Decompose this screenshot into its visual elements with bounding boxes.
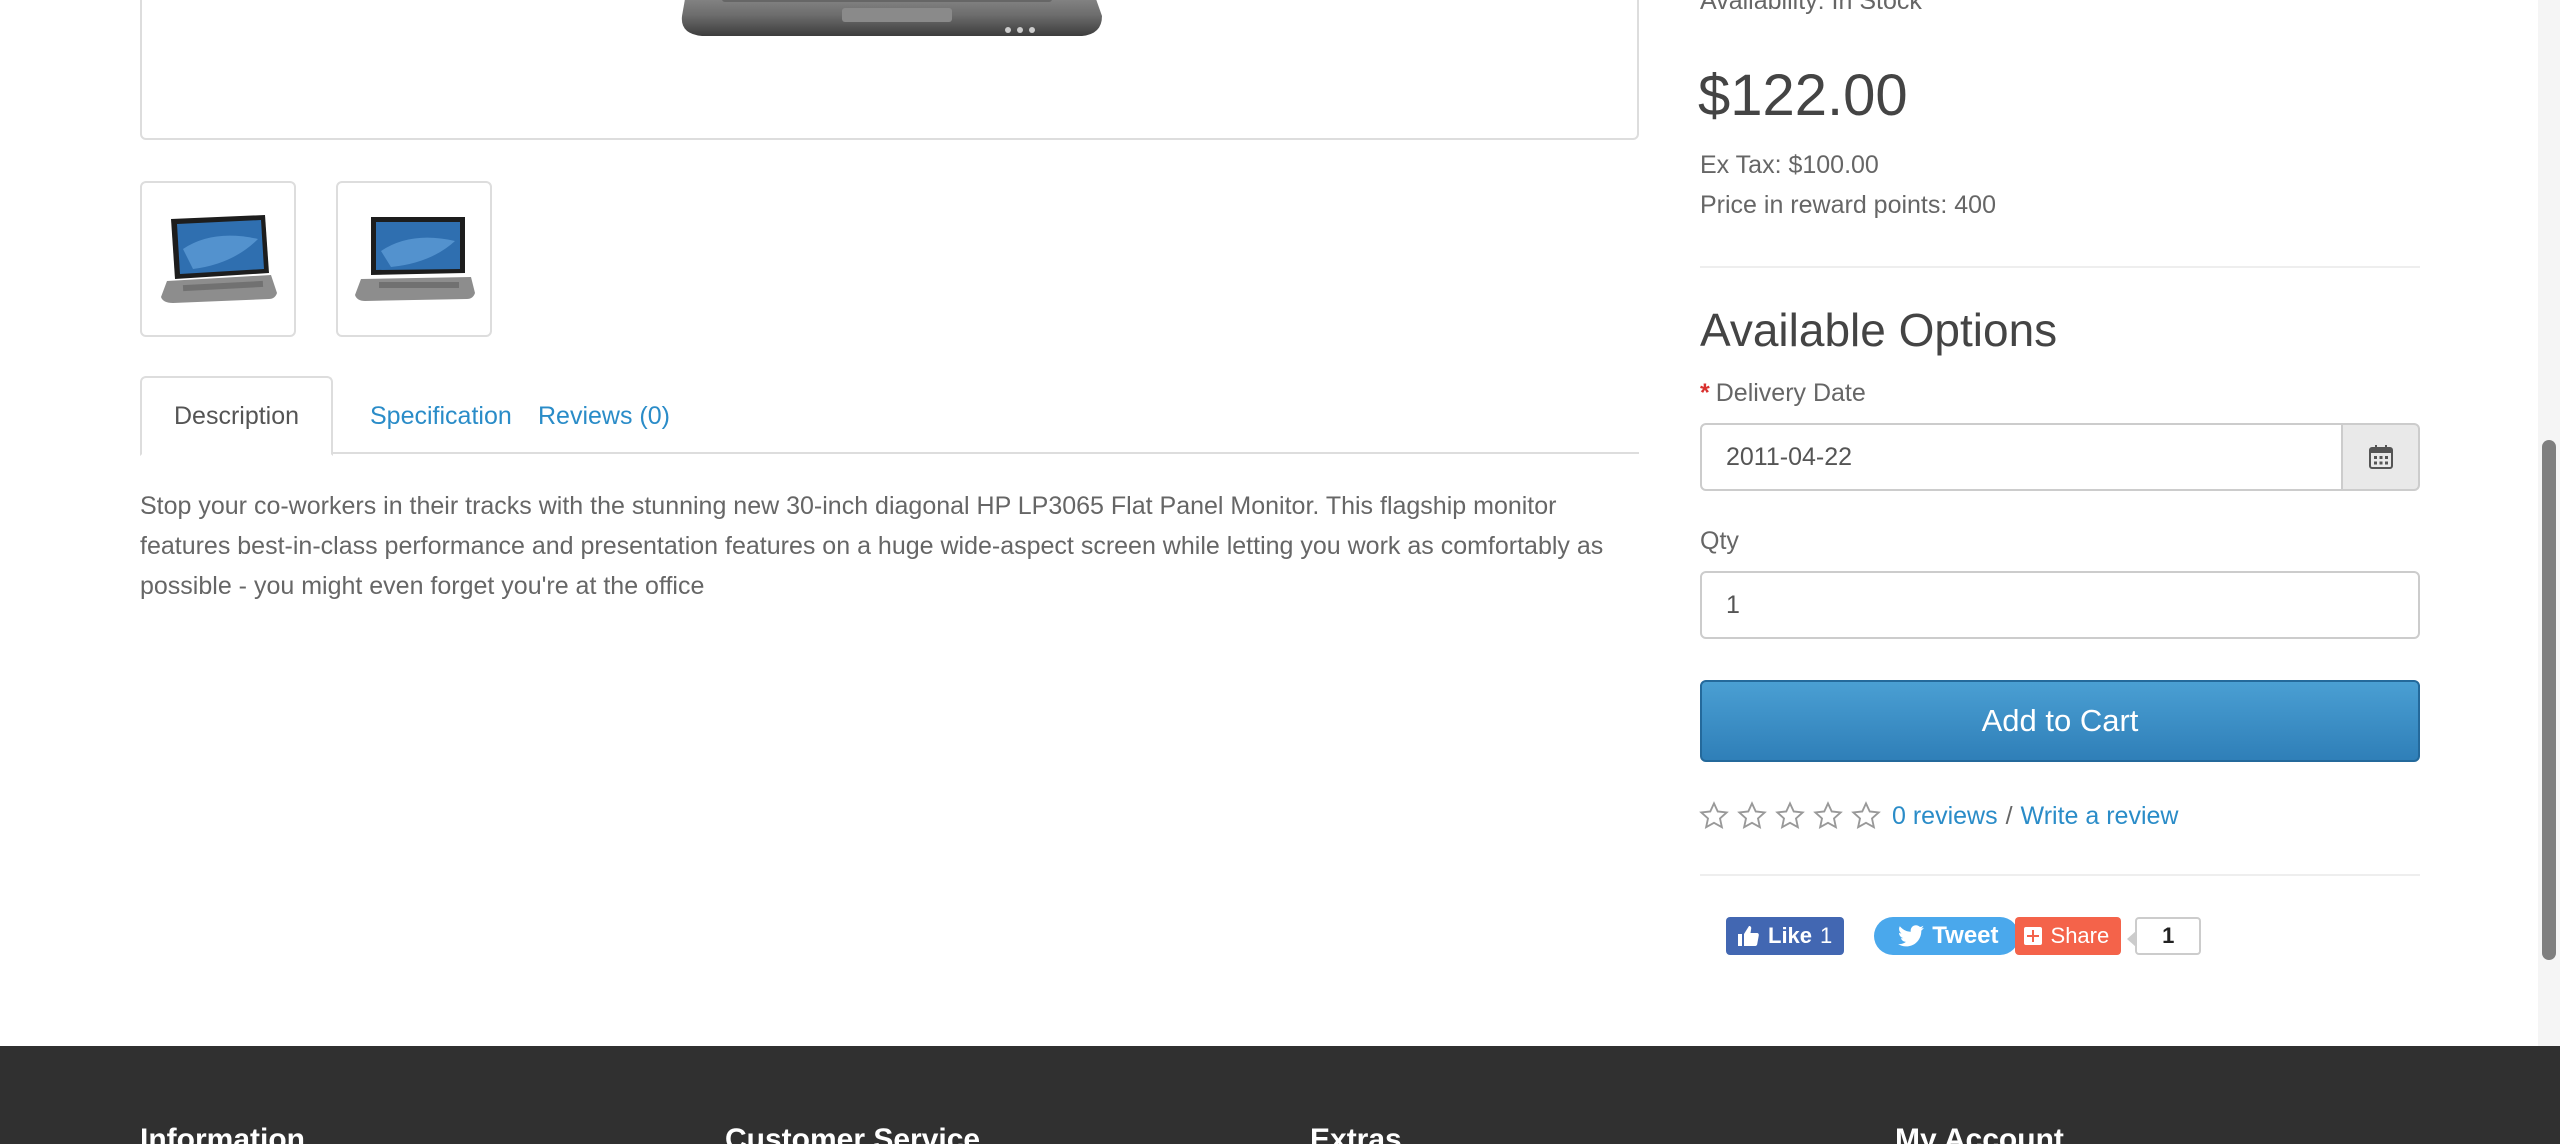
product-description: Stop your co-workers in their tracks wit… xyxy=(140,492,1604,600)
thumbnail-1[interactable] xyxy=(140,181,296,337)
qty-label: Qty xyxy=(1700,527,1739,555)
reviews-count-link[interactable]: 0 reviews xyxy=(1892,802,1998,831)
divider xyxy=(1700,266,2420,268)
product-price: $122.00 xyxy=(1698,63,1908,128)
rating-stars xyxy=(1698,800,1882,832)
social-share-bar: Like 1 Tweet Share 1 xyxy=(1726,916,2202,956)
footer-heading-customer-service: Customer Service xyxy=(725,1123,981,1144)
like-label: Like xyxy=(1768,923,1813,948)
required-marker: * xyxy=(1700,379,1710,407)
tab-description[interactable]: Description xyxy=(140,376,334,456)
footer-heading-my-account: My Account xyxy=(1895,1123,2064,1144)
plus-icon xyxy=(2023,927,2042,945)
star-empty-icon xyxy=(1851,801,1881,830)
availability-text: Availability: In Stock xyxy=(1700,0,1922,15)
calendar-button[interactable] xyxy=(2343,423,2420,491)
tab-reviews[interactable]: Reviews (0) xyxy=(506,376,702,456)
delivery-date-label: * Delivery Date xyxy=(1700,376,1866,410)
page-scrollbar[interactable] xyxy=(2538,0,2560,1046)
laptop-image xyxy=(681,0,1102,36)
footer-heading-information: Information xyxy=(140,1123,305,1144)
laptop-thumbnail-image xyxy=(355,217,475,301)
footer-heading-extras: Extras xyxy=(1310,1123,1402,1144)
site-footer: Information Customer Service Extras My A… xyxy=(0,1046,2560,1144)
tweet-label: Tweet xyxy=(1932,922,1999,949)
available-options-title: Available Options xyxy=(1700,304,2058,356)
main-product-image[interactable] xyxy=(140,0,1639,140)
laptop-thumbnail-image xyxy=(161,215,277,303)
share-count-badge: 1 xyxy=(2127,917,2202,955)
share-label: Share xyxy=(2050,923,2110,948)
delivery-date-group xyxy=(1700,423,2420,491)
add-to-cart-button[interactable]: Add to Cart xyxy=(1700,680,2420,762)
product-tabs: Description Specification Reviews (0) xyxy=(140,376,1639,456)
facebook-like-button[interactable]: Like 1 xyxy=(1726,917,1845,955)
ex-tax-price: Ex Tax: $100.00 xyxy=(1700,151,1879,179)
delivery-date-input[interactable] xyxy=(1700,423,2343,491)
star-empty-icon xyxy=(1775,801,1805,830)
write-review-link[interactable]: Write a review xyxy=(2021,802,2179,831)
twitter-bird-icon xyxy=(1898,925,1925,947)
rating-row: 0 reviews / Write a review xyxy=(1698,796,2178,836)
thumbnail-2[interactable] xyxy=(336,181,492,337)
calendar-icon xyxy=(2368,445,2393,469)
tweet-button[interactable]: Tweet xyxy=(1874,917,2019,955)
thumbs-up-icon xyxy=(1738,926,1759,946)
like-count: 1 xyxy=(1820,923,1833,948)
divider xyxy=(1700,874,2420,876)
delivery-date-label-text: Delivery Date xyxy=(1715,379,1866,407)
star-empty-icon xyxy=(1737,801,1767,830)
rating-separator: / xyxy=(2005,801,2013,830)
star-empty-icon xyxy=(1699,801,1729,830)
reward-points-price: Price in reward points: 400 xyxy=(1700,191,1996,219)
scrollbar-thumb[interactable] xyxy=(2542,440,2556,960)
star-empty-icon xyxy=(1813,801,1843,830)
qty-input[interactable] xyxy=(1700,571,2420,639)
share-button[interactable]: Share xyxy=(2014,917,2122,955)
